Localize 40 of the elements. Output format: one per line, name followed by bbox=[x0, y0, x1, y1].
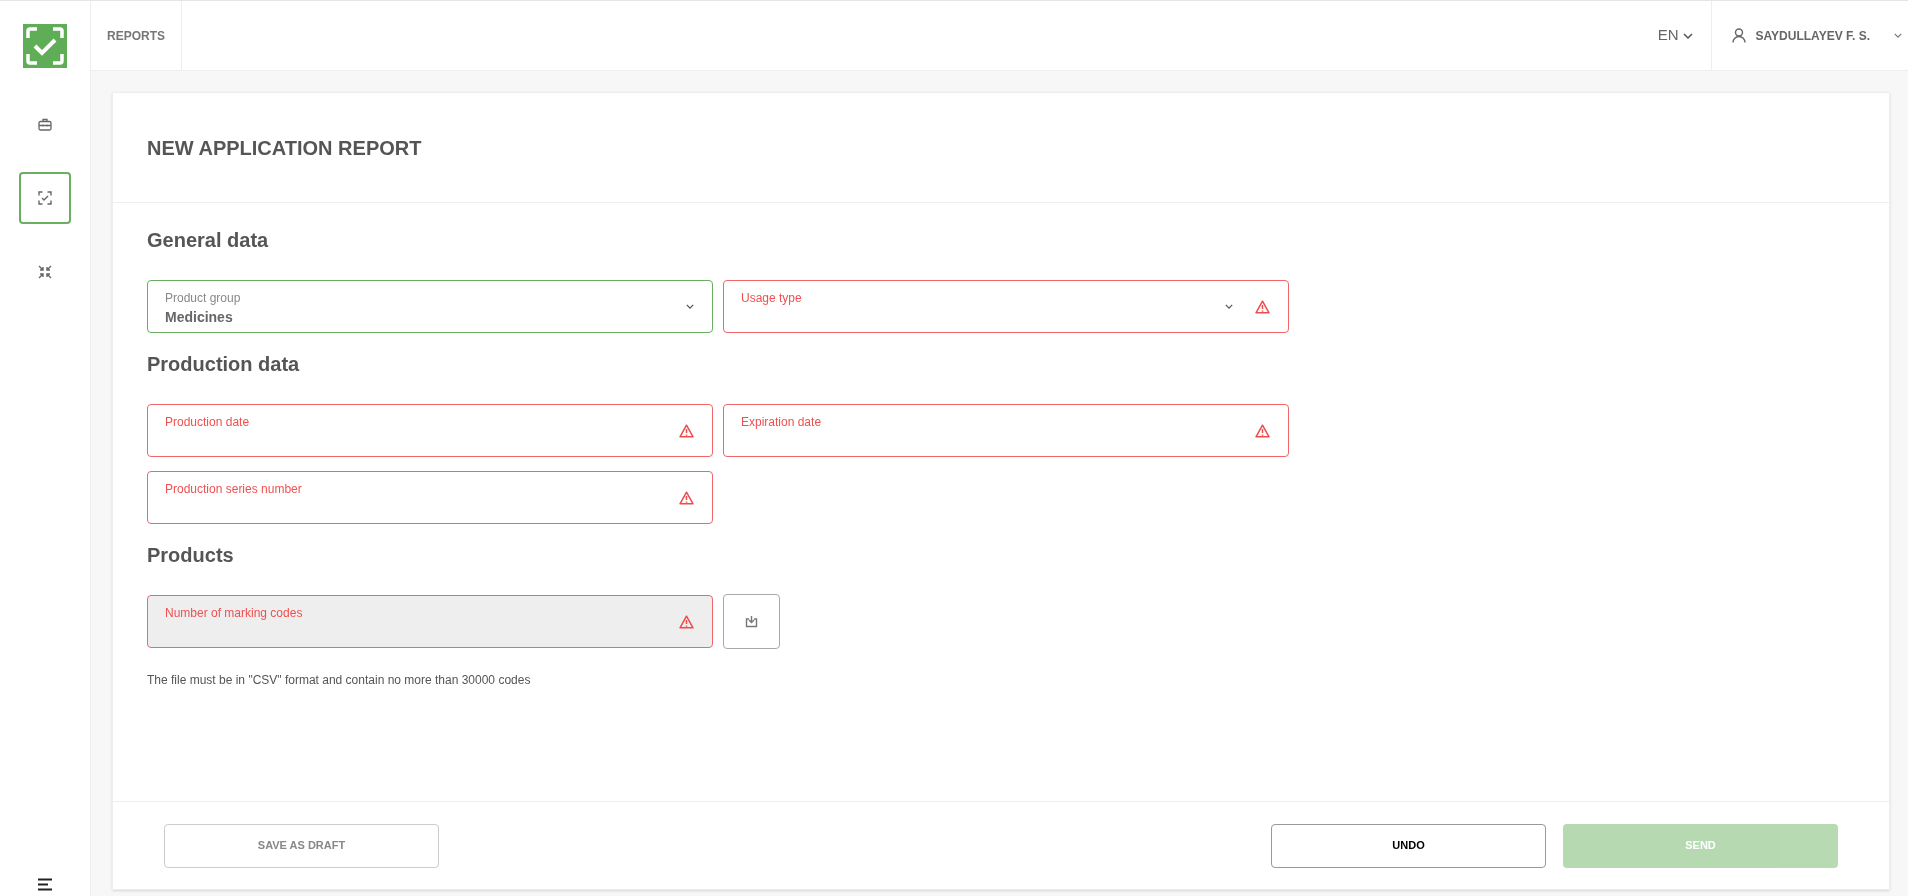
reports-tab[interactable]: REPORTS bbox=[91, 1, 182, 70]
section-heading: General data bbox=[147, 228, 270, 253]
chevron-icon bbox=[1225, 304, 1233, 309]
warning-icon bbox=[679, 614, 694, 629]
upload-button[interactable] bbox=[723, 594, 780, 649]
user-menu[interactable]: SAYDULLAYEV F. S. bbox=[1711, 1, 1908, 70]
select-field[interactable]: Product group Medicines bbox=[147, 280, 713, 333]
field-label: Usage type bbox=[741, 290, 803, 307]
warning-icon bbox=[679, 490, 694, 505]
language-selector[interactable]: EN bbox=[1639, 1, 1712, 70]
undo-button[interactable]: UNDO bbox=[1271, 823, 1546, 868]
briefcase-icon bbox=[38, 117, 52, 131]
scan-check-icon bbox=[38, 191, 52, 205]
page-title: NEW APPLICATION REPORT bbox=[147, 135, 422, 161]
section-heading: Production data bbox=[147, 352, 301, 377]
select-field[interactable]: Usage type bbox=[723, 280, 1289, 333]
chevron-icon bbox=[1682, 32, 1693, 39]
chevron-icon bbox=[686, 304, 694, 309]
save-draft-button[interactable]: SAVE AS DRAFT bbox=[164, 823, 439, 868]
input-field[interactable]: Production series number bbox=[147, 471, 713, 524]
warning-icon bbox=[1255, 423, 1270, 438]
warning-icon bbox=[1255, 299, 1270, 314]
field-label: Expiration date bbox=[741, 414, 823, 431]
logo-icon[interactable] bbox=[23, 24, 67, 68]
download-icon bbox=[745, 615, 758, 628]
input-field[interactable]: Expiration date bbox=[723, 404, 1289, 457]
field-label: Production series number bbox=[165, 481, 303, 498]
menu-icon[interactable] bbox=[37, 878, 53, 891]
compress-arrows-icon bbox=[38, 265, 52, 279]
field-label: Production date bbox=[165, 414, 251, 431]
field-label: Number of marking codes bbox=[165, 605, 304, 622]
sidebar-item[interactable] bbox=[19, 172, 71, 224]
input-field[interactable]: Production date bbox=[147, 404, 713, 457]
field-value: Medicines bbox=[165, 308, 234, 327]
field-label: Product group bbox=[165, 290, 242, 307]
chevron-icon bbox=[1894, 33, 1902, 38]
section-heading: Products bbox=[147, 543, 235, 568]
user-icon bbox=[1731, 28, 1746, 43]
warning-icon bbox=[679, 423, 694, 438]
hint-text: The file must be in "CSV" format and contain no more than 30000 codes bbox=[147, 672, 532, 689]
